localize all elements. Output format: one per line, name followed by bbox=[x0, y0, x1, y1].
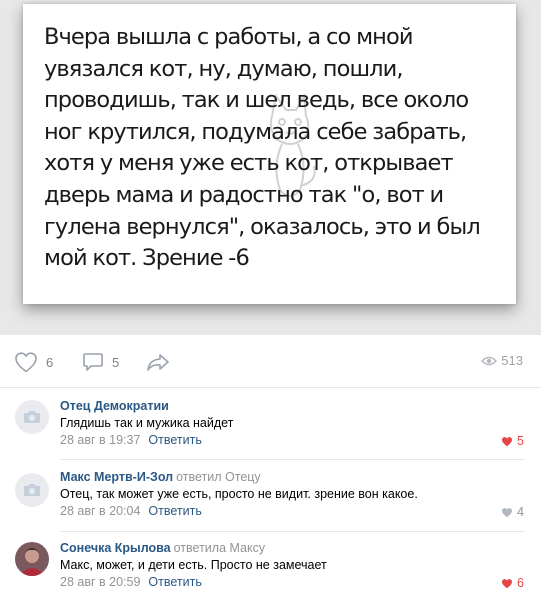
heart-filled-icon bbox=[502, 507, 513, 517]
share-button[interactable] bbox=[146, 351, 170, 373]
comment-date[interactable]: 28 авг в 20:04 bbox=[60, 504, 140, 518]
post-divider bbox=[0, 387, 541, 388]
user-photo-icon bbox=[15, 542, 49, 576]
comment-text: Отец, так может уже есть, просто не види… bbox=[60, 487, 418, 501]
replied-to[interactable]: ответил Отецу bbox=[176, 470, 261, 484]
comment-likes-count: 4 bbox=[517, 505, 524, 519]
comment-body: Сонечка Крылова ответила Максу Макс, може… bbox=[60, 540, 525, 590]
comment-separator bbox=[60, 459, 525, 460]
comment-like-button[interactable]: 5 bbox=[501, 434, 524, 448]
comment-author[interactable]: Сонечка Крылова bbox=[60, 541, 171, 555]
comment-likes-count: 6 bbox=[517, 576, 524, 590]
comment-like-button[interactable]: 4 bbox=[501, 505, 524, 519]
post-image[interactable]: Вчера вышла с работы, а со мной увязался… bbox=[0, 0, 541, 335]
like-button[interactable]: 6 bbox=[14, 351, 53, 373]
comment-body: Макс Мертв-И-Зол ответил Отецу Отец, так … bbox=[60, 469, 525, 519]
heart-filled-icon bbox=[502, 436, 513, 446]
comments-count: 5 bbox=[112, 354, 120, 370]
reply-link[interactable]: Ответить bbox=[148, 504, 201, 518]
heart-filled-icon bbox=[502, 578, 513, 588]
avatar[interactable] bbox=[15, 473, 49, 507]
views-counter: 513 bbox=[481, 353, 523, 368]
quote-text: Вчера вышла с работы, а со мной увязался… bbox=[44, 24, 481, 272]
comment-author[interactable]: Отец Демократии bbox=[60, 399, 169, 413]
comment-date[interactable]: 28 авг в 20:59 bbox=[60, 575, 140, 589]
comment-body: Отец Демократии Глядишь так и мужика най… bbox=[60, 398, 525, 448]
comment-meta: 28 авг в 20:04 Ответить bbox=[60, 503, 525, 519]
comment-bubble-icon bbox=[83, 353, 103, 371]
replied-to[interactable]: ответила Максу bbox=[174, 541, 265, 555]
comment-like-button[interactable]: 6 bbox=[501, 576, 524, 590]
camera-placeholder-icon bbox=[24, 484, 40, 496]
comment-button[interactable]: 5 bbox=[82, 351, 119, 373]
avatar[interactable] bbox=[15, 400, 49, 434]
comment-text: Глядишь так и мужика найдет bbox=[60, 416, 234, 430]
views-count: 513 bbox=[501, 353, 523, 368]
comment-meta: 28 авг в 19:37 Ответить bbox=[60, 432, 525, 448]
reply-link[interactable]: Ответить bbox=[148, 433, 201, 447]
likes-count: 6 bbox=[46, 354, 54, 370]
author-line: Отец Демократии bbox=[60, 398, 525, 414]
author-line: Сонечка Крылова ответила Максу bbox=[60, 540, 525, 556]
comment-author[interactable]: Макс Мертв-И-Зол bbox=[60, 470, 173, 484]
comment-text: Макс, может, и дети есть. Просто не заме… bbox=[60, 558, 327, 572]
comment-separator bbox=[60, 531, 525, 532]
camera-placeholder-icon bbox=[24, 411, 40, 423]
quote-card: Вчера вышла с работы, а со мной увязался… bbox=[23, 4, 516, 304]
comment-likes-count: 5 bbox=[517, 434, 524, 448]
author-line: Макс Мертв-И-Зол ответил Отецу bbox=[60, 469, 525, 485]
post-actions: 6 5 513 bbox=[0, 335, 541, 387]
comment-meta: 28 авг в 20:59 Ответить bbox=[60, 574, 525, 590]
comment-date[interactable]: 28 авг в 19:37 bbox=[60, 433, 140, 447]
share-arrow-icon bbox=[147, 354, 169, 371]
eye-icon bbox=[481, 356, 498, 365]
avatar[interactable] bbox=[15, 542, 49, 576]
reply-link[interactable]: Ответить bbox=[148, 575, 201, 589]
heart-outline-icon bbox=[15, 352, 37, 373]
